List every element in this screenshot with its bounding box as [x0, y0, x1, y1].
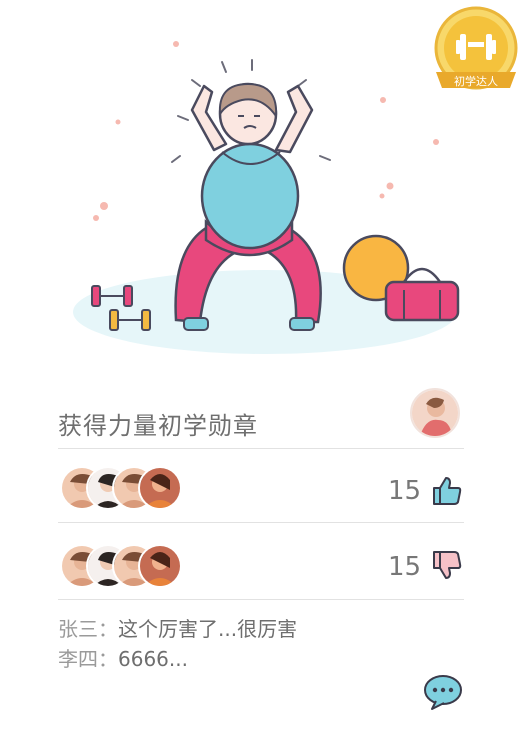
achievement-title: 获得力量初学勋章 — [58, 412, 258, 440]
likes-count: 15 — [388, 476, 422, 506]
chat-bubble-icon[interactable] — [422, 673, 464, 711]
likes-row: 15 — [58, 466, 464, 542]
author-avatar[interactable] — [410, 388, 460, 438]
achievement-header: 获得力量初学勋章 — [58, 386, 464, 448]
divider — [58, 522, 464, 523]
beginner-badge: 初学达人 — [430, 6, 522, 98]
dislikes-row: 15 — [58, 544, 464, 620]
comment-user: 李四 — [58, 647, 98, 671]
avatar — [138, 544, 182, 588]
dumbbell-badge-icon: 初学达人 — [434, 6, 518, 90]
thumbs-down-icon[interactable] — [430, 548, 464, 582]
badge-label: 初学达人 — [454, 74, 498, 88]
thumbs-up-icon[interactable] — [430, 474, 464, 508]
divider — [58, 448, 464, 449]
comment-separator: ： — [98, 617, 118, 641]
comment-list: 张三：这个厉害了...很厉害 李四：6666... — [58, 614, 464, 674]
comment-text: 这个厉害了...很厉害 — [118, 617, 298, 641]
avatar — [138, 466, 182, 510]
divider — [58, 599, 464, 600]
comment-item: 李四：6666... — [58, 644, 464, 674]
comment-user: 张三 — [58, 617, 98, 641]
comment-text: 6666... — [118, 647, 188, 671]
dislikes-count: 15 — [388, 552, 422, 582]
comment-item: 张三：这个厉害了...很厉害 — [58, 614, 464, 644]
comment-separator: ： — [98, 647, 118, 671]
